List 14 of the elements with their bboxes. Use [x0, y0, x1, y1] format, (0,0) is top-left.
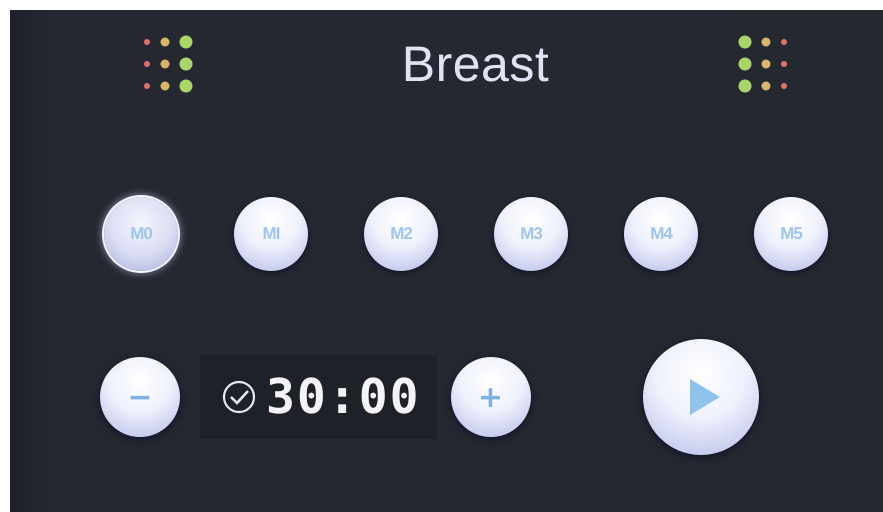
mode-button[interactable]: M4 — [624, 197, 698, 271]
indicator-dots-icon — [143, 35, 193, 93]
mode-button[interactable]: M5 — [754, 197, 828, 271]
mode-button[interactable]: M2 — [364, 197, 438, 271]
increase-button[interactable]: + — [450, 357, 530, 437]
indicator-dots-icon — [738, 35, 788, 93]
screen-title: Breast — [402, 35, 550, 93]
decrease-button[interactable]: − — [100, 357, 180, 437]
check-circle-icon — [222, 380, 256, 414]
mode-button[interactable]: MI — [234, 197, 308, 271]
timer-display: 30:00 — [266, 369, 420, 425]
mode-button[interactable]: M0 — [104, 197, 178, 271]
mode-button[interactable]: M3 — [494, 197, 568, 271]
play-icon — [688, 377, 722, 417]
